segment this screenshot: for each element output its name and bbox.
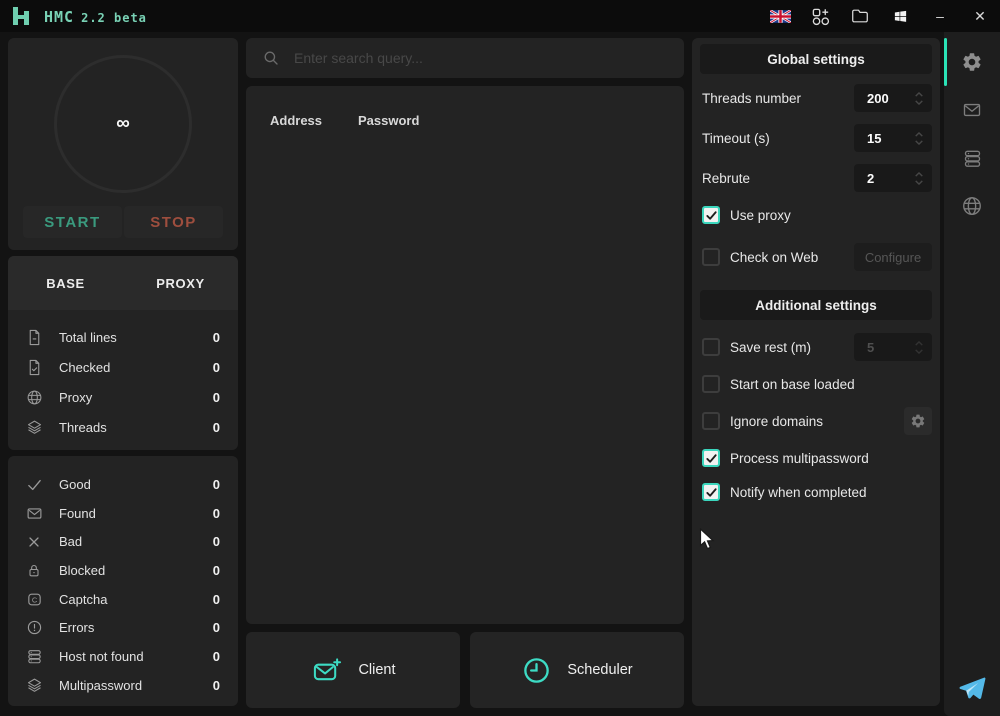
active-tab-indicator [944, 38, 947, 86]
search-icon [262, 49, 280, 67]
app-title: HMC2.2 beta [44, 7, 147, 26]
table-header-row: Address Password [246, 113, 684, 131]
right-sidebar [944, 32, 1000, 716]
stat-captcha: C Captcha 0 [8, 585, 238, 614]
group-add-button[interactable] [800, 0, 840, 32]
check-on-web-row: Check on Web Configure [700, 243, 932, 271]
titlebar: HMC2.2 beta – ✕ [0, 0, 1000, 32]
timeout-stepper[interactable]: 15 [854, 124, 932, 152]
stat-total-lines: Total lines 0 [8, 322, 238, 352]
save-rest-checkbox[interactable] [702, 338, 720, 356]
folder-button[interactable] [840, 0, 880, 32]
stat-blocked: Blocked 0 [8, 556, 238, 585]
column-header-address: Address [270, 113, 322, 128]
error-icon [26, 619, 44, 637]
start-on-base-loaded-row: Start on base loaded [700, 375, 932, 393]
stepper-arrows-icon[interactable] [914, 171, 924, 186]
rebrute-row: Rebrute 2 [700, 164, 932, 192]
stat-bad: Bad 0 [8, 527, 238, 556]
stat-proxy: Proxy 0 [8, 382, 238, 412]
minimize-icon: – [936, 9, 944, 23]
process-multipassword-checkbox[interactable] [702, 449, 720, 467]
scheduler-button[interactable]: Scheduler [470, 632, 684, 708]
search-bar [246, 38, 684, 78]
runner-panel: ∞ START STOP [8, 38, 238, 250]
save-rest-stepper[interactable]: 5 [854, 333, 932, 361]
results-stats-panel: Good 0 Found 0 Bad 0 Blocked 0 C Captcha… [8, 456, 238, 706]
counter-value: ∞ [116, 113, 130, 135]
timeout-row: Timeout (s) 15 [700, 124, 932, 152]
globe-icon [26, 388, 44, 406]
language-flag-button[interactable] [760, 0, 800, 32]
global-settings-header: Global settings [700, 44, 932, 74]
check-on-web-checkbox[interactable] [702, 248, 720, 266]
group-add-icon [811, 7, 830, 26]
windows-button[interactable] [880, 0, 920, 32]
stats-tabbar: BASE PROXY [8, 256, 238, 310]
column-header-password: Password [358, 113, 419, 128]
tab-base[interactable]: BASE [8, 256, 123, 310]
base-stats-panel: BASE PROXY Total lines 0 Checked 0 Proxy… [8, 256, 238, 450]
uk-flag-icon [770, 10, 791, 23]
stat-host-not-found: Host not found 0 [8, 642, 238, 671]
folder-icon [851, 8, 869, 24]
additional-settings-header: Additional settings [700, 290, 932, 320]
settings-gear-icon[interactable] [961, 51, 983, 73]
search-input[interactable] [294, 50, 634, 66]
settings-panel: Global settings Threads number 200 Timeo… [692, 38, 940, 706]
close-icon: ✕ [974, 9, 986, 23]
minimize-button[interactable]: – [920, 0, 960, 32]
layers-icon [26, 418, 44, 436]
captcha-icon: C [26, 590, 44, 608]
clock-icon [521, 655, 552, 686]
notify-when-completed-row: Notify when completed [700, 483, 932, 501]
svg-text:C: C [32, 595, 38, 604]
start-button[interactable]: START [23, 206, 122, 238]
threads-number-row: Threads number 200 [700, 84, 932, 112]
ignore-domains-config-button[interactable] [904, 407, 932, 435]
database-icon[interactable] [961, 147, 983, 169]
file-icon [26, 328, 44, 346]
stat-multipassword: Multipassword 0 [8, 671, 238, 700]
tab-proxy[interactable]: PROXY [123, 256, 238, 310]
ignore-domains-checkbox[interactable] [702, 412, 720, 430]
windows-icon [893, 9, 908, 24]
mail-icon[interactable] [961, 99, 983, 121]
stat-threads: Threads 0 [8, 412, 238, 442]
stepper-arrows-icon[interactable] [914, 131, 924, 146]
close-button[interactable]: ✕ [960, 0, 1000, 32]
mail-icon [26, 504, 44, 522]
threads-number-stepper[interactable]: 200 [854, 84, 932, 112]
stop-button[interactable]: STOP [124, 206, 223, 238]
check-icon [26, 475, 44, 493]
gear-icon [910, 413, 926, 429]
results-table: Address Password [246, 86, 684, 624]
progress-ring: ∞ [54, 55, 192, 193]
globe-icon[interactable] [961, 195, 983, 217]
use-proxy-checkbox[interactable] [702, 206, 720, 224]
lock-icon [26, 561, 44, 579]
telegram-icon[interactable] [959, 676, 986, 700]
mail-plus-icon [310, 656, 343, 685]
app-logo-icon [12, 7, 30, 25]
use-proxy-row: Use proxy [700, 206, 932, 224]
stat-checked: Checked 0 [8, 352, 238, 382]
stat-found: Found 0 [8, 499, 238, 528]
file-check-icon [26, 358, 44, 376]
stepper-arrows-icon[interactable] [914, 91, 924, 106]
layers-icon [26, 676, 44, 694]
configure-button[interactable]: Configure [854, 243, 932, 271]
stat-errors: Errors 0 [8, 613, 238, 642]
start-on-base-loaded-checkbox[interactable] [702, 375, 720, 393]
x-icon [26, 533, 44, 551]
server-icon [26, 647, 44, 665]
process-multipassword-row: Process multipassword [700, 449, 932, 467]
stat-good: Good 0 [8, 470, 238, 499]
rebrute-stepper[interactable]: 2 [854, 164, 932, 192]
notify-when-completed-checkbox[interactable] [702, 483, 720, 501]
client-button[interactable]: Client [246, 632, 460, 708]
ignore-domains-row: Ignore domains [700, 407, 932, 435]
save-rest-row: Save rest (m) 5 [700, 333, 932, 361]
stepper-arrows-icon [914, 340, 924, 355]
